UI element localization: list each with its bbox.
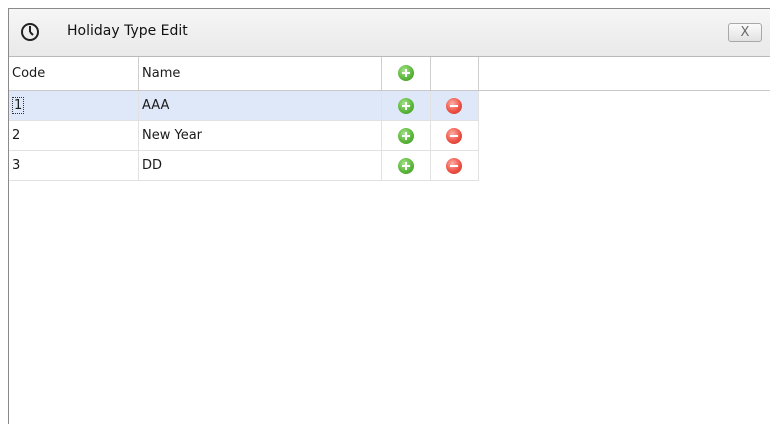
window-title: Holiday Type Edit [67, 23, 188, 39]
column-header-delete [431, 57, 479, 90]
table-row[interactable]: 3 DD [9, 151, 479, 181]
clock-icon [21, 23, 39, 41]
add-icon[interactable] [398, 128, 414, 144]
table-row[interactable]: 2 New Year [9, 121, 479, 151]
grid-header: Code Name [9, 57, 770, 91]
cell-code: 1 [9, 91, 139, 120]
delete-icon[interactable] [446, 158, 462, 174]
cell-code: 2 [9, 121, 139, 150]
cell-code: 3 [9, 151, 139, 180]
column-header-name[interactable]: Name [139, 57, 382, 90]
column-header-code[interactable]: Code [9, 57, 139, 90]
close-button[interactable]: X [728, 23, 762, 42]
cell-code-value: 1 [12, 97, 25, 114]
title-bar: Holiday Type Edit X [9, 9, 770, 57]
column-header-add [382, 57, 431, 90]
cell-add [382, 121, 431, 150]
table-row[interactable]: 1 AAA [9, 91, 479, 121]
add-icon[interactable] [398, 65, 414, 81]
delete-icon[interactable] [446, 128, 462, 144]
cell-name: DD [139, 151, 382, 180]
cell-add [382, 151, 431, 180]
holiday-type-edit-window: Holiday Type Edit X Code Name 1 AAA 2 Ne… [8, 8, 770, 424]
cell-name: New Year [139, 121, 382, 150]
close-icon: X [740, 25, 750, 40]
cell-delete [431, 151, 479, 180]
add-icon[interactable] [398, 158, 414, 174]
add-icon[interactable] [398, 98, 414, 114]
cell-delete [431, 91, 479, 120]
cell-delete [431, 121, 479, 150]
cell-add [382, 91, 431, 120]
delete-icon[interactable] [446, 98, 462, 114]
cell-name: AAA [139, 91, 382, 120]
